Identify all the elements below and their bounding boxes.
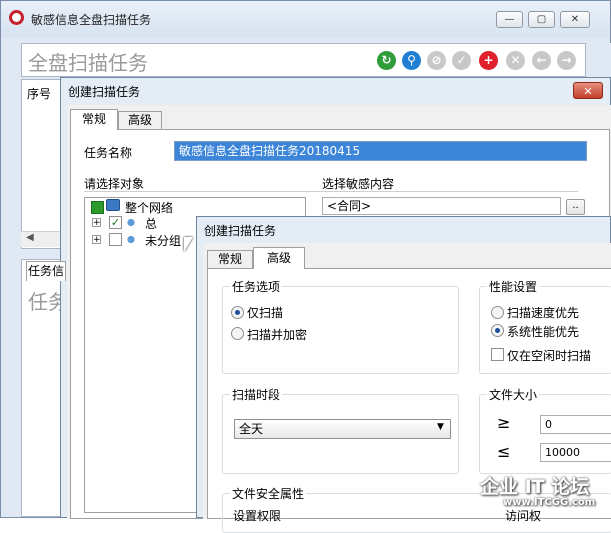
tree-item-entire-network[interactable]: 整个网络 [125, 199, 173, 216]
task-name-label: 任务名称 [84, 146, 133, 160]
radio-speed-priority[interactable] [491, 306, 504, 319]
file-size-title: 文件大小 [487, 386, 540, 403]
ge-symbol: ≥ [497, 413, 511, 432]
file-size-max-input[interactable]: 10000 [540, 443, 611, 462]
network-icon [106, 199, 120, 211]
sensitive-content-input[interactable]: <合同> [322, 197, 561, 215]
file-size-group: 文件大小 [479, 386, 611, 474]
chevron-down-icon[interactable]: ▼ [437, 422, 444, 432]
select-content-label: 选择敏感内容 [322, 177, 395, 191]
tab-general[interactable]: 常规 [207, 250, 253, 269]
expand-icon[interactable]: + [92, 218, 101, 228]
dialog1-close-button[interactable]: ✕ [573, 82, 603, 99]
dialog1-title: 创建扫描任务 [68, 85, 141, 99]
page-heading: 全盘扫描任务 [28, 51, 148, 75]
speed-priority-label[interactable]: 扫描速度优先 [507, 304, 579, 321]
watermark-line1: 企业 IT 论坛 [480, 476, 590, 498]
delete-icon[interactable]: ✕ [506, 51, 525, 70]
mouse-cursor-icon [184, 237, 193, 252]
browse-content-button[interactable]: .. [566, 199, 585, 215]
watermark-line2: www.ITCGG.com [503, 497, 596, 508]
tree-item-checkbox-ungrouped[interactable] [109, 233, 122, 246]
radio-scan-and-encrypt[interactable] [231, 327, 244, 340]
section-divider [84, 191, 578, 192]
idle-scan-label[interactable]: 仅在空闲时扫描 [507, 347, 591, 364]
add-icon[interactable]: + [479, 51, 498, 70]
close-button[interactable]: ✕ [560, 11, 590, 28]
radio-performance-priority[interactable] [491, 324, 504, 337]
select-object-label: 请选择对象 [84, 177, 145, 191]
tab-task-info[interactable]: 任务信 [26, 261, 66, 281]
scan-only-label[interactable]: 仅扫描 [247, 304, 283, 321]
access-permission-label: 访问权 [505, 509, 542, 523]
scan-period-title: 扫描时段 [230, 386, 283, 403]
refresh-icon[interactable]: ↻ [377, 51, 396, 70]
forward-icon[interactable]: → [557, 51, 576, 70]
tree-root-checkbox[interactable] [91, 201, 104, 214]
performance-priority-label[interactable]: 系统性能优先 [507, 323, 579, 340]
le-symbol: ≤ [497, 442, 511, 461]
file-size-min-input[interactable]: 0 [540, 415, 611, 434]
file-security-title: 文件安全属性 [230, 485, 307, 502]
scroll-left-arrow-icon[interactable]: ◀ [26, 232, 34, 243]
tree-item-total[interactable]: 总 [145, 215, 157, 232]
app-logo-icon [9, 10, 24, 25]
main-window-title: 敏感信息全盘扫描任务 [31, 13, 152, 27]
idle-scan-checkbox[interactable] [491, 348, 504, 361]
group-icon [124, 216, 138, 229]
radio-scan-only[interactable] [231, 306, 244, 319]
tab-general[interactable]: 常规 [70, 109, 118, 130]
scan-encrypt-label[interactable]: 扫描并加密 [247, 326, 307, 343]
task-options-title: 任务选项 [230, 278, 283, 295]
disable-icon[interactable]: ⊘ [427, 51, 446, 70]
set-permission-label: 设置权限 [233, 509, 282, 523]
group-icon [124, 233, 138, 246]
back-icon[interactable]: ← [532, 51, 551, 70]
scan-period-value: 全天 [239, 422, 264, 436]
search-icon[interactable]: ⚲ [402, 51, 421, 70]
scan-period-select[interactable]: 全天 [234, 419, 451, 439]
check-icon[interactable]: ✓ [452, 51, 471, 70]
tab-advanced[interactable]: 高级 [253, 247, 305, 269]
tab-advanced[interactable]: 高级 [118, 111, 162, 130]
minimize-button[interactable]: — [496, 11, 523, 28]
expand-icon[interactable]: + [92, 235, 101, 245]
performance-title: 性能设置 [487, 278, 540, 295]
tree-item-checkbox-total[interactable]: ✓ [109, 216, 122, 229]
dialog2-title: 创建扫描任务 [204, 224, 277, 238]
task-name-input[interactable]: 敏感信息全盘扫描任务20180415 [174, 141, 587, 161]
list-header-index: 序号 [27, 87, 52, 101]
tree-item-ungrouped[interactable]: 未分组 [145, 232, 181, 249]
maximize-button[interactable]: ▢ [528, 11, 555, 28]
